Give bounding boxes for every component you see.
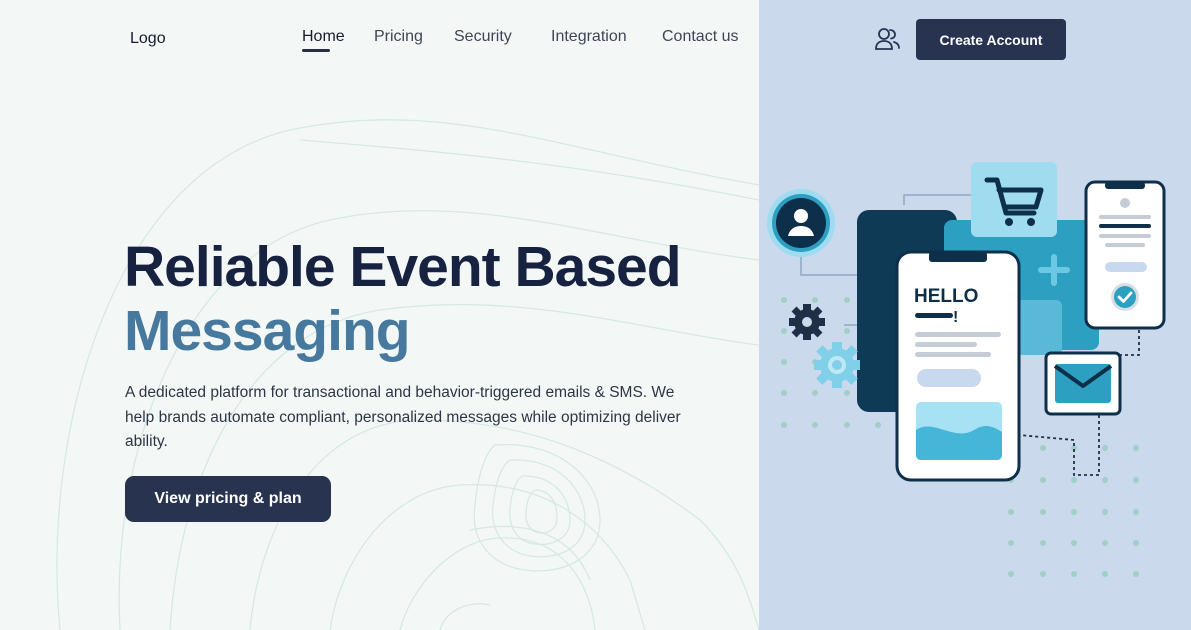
hero-description: A dedicated platform for transactional a… — [125, 384, 681, 450]
dot-pattern-right — [1008, 445, 1139, 577]
phone-verified — [1084, 180, 1166, 330]
nav-home[interactable]: Home — [302, 28, 345, 46]
view-pricing-button[interactable]: View pricing & plan — [125, 476, 331, 522]
nav-contact-us[interactable]: Contact us — [662, 28, 738, 46]
gear-light-icon — [814, 342, 860, 388]
hero-title: Reliable Event Based — [124, 235, 682, 299]
nav-security[interactable]: Security — [454, 28, 512, 46]
users-icon[interactable] — [873, 25, 901, 53]
phone-greeting-exclaim: ! — [953, 309, 958, 326]
nav-pricing[interactable]: Pricing — [374, 28, 423, 46]
nav-integration[interactable]: Integration — [551, 28, 627, 46]
messaging-illustration: HELLO ! — [767, 162, 1166, 577]
hero-title-highlight: Messaging — [124, 299, 411, 363]
nav-active-indicator — [302, 49, 330, 52]
cart-card — [971, 162, 1057, 237]
phone-hello: HELLO ! — [895, 250, 1021, 482]
logo[interactable]: Logo — [130, 30, 166, 48]
phone-greeting: HELLO — [914, 286, 978, 307]
create-account-button[interactable]: Create Account — [916, 19, 1066, 60]
gear-icon — [789, 304, 825, 340]
envelope-icon — [1044, 351, 1122, 416]
